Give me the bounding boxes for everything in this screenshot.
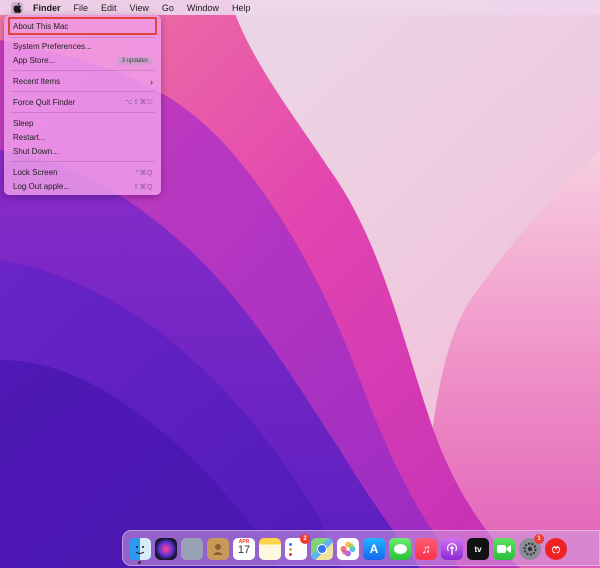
menu-item-label: Sleep: [13, 119, 34, 128]
menu-item-label: Log Out apple...: [13, 182, 70, 191]
music-icon[interactable]: ♫: [415, 538, 437, 560]
notes-icon[interactable]: [259, 538, 281, 560]
menu-item-about-this-mac[interactable]: About This Mac: [13, 21, 153, 32]
menu-go[interactable]: Go: [162, 3, 174, 13]
maps-icon[interactable]: [311, 538, 333, 560]
photos-flower-icon: [340, 541, 356, 557]
launchpad-icon[interactable]: [181, 538, 203, 560]
person-icon: [213, 544, 223, 555]
menu-item-app-store[interactable]: App Store... 3 updates: [13, 55, 153, 66]
apple-menu-button[interactable]: [11, 1, 23, 14]
reminder-dot: [289, 542, 292, 546]
menu-item-system-preferences[interactable]: System Preferences...: [13, 41, 153, 52]
finder-face-icon: [135, 546, 145, 554]
dock: APR 17 2 A ♫ tv 1 ෆ: [122, 530, 600, 566]
photos-icon[interactable]: [337, 538, 359, 560]
menu-item-sleep[interactable]: Sleep: [13, 118, 153, 129]
menu-item-label: App Store...: [13, 56, 56, 65]
menu-item-restart[interactable]: Restart...: [13, 132, 153, 143]
menu-finder[interactable]: Finder: [33, 3, 61, 13]
menu-item-label: Force Quit Finder: [13, 98, 76, 107]
menu-item-force-quit[interactable]: Force Quit Finder ⌥⇧⌘⎋: [13, 97, 153, 108]
menu-separator: [10, 161, 155, 162]
menu-item-label: Restart...: [13, 133, 46, 142]
podcasts-icon[interactable]: [441, 538, 463, 560]
contacts-icon[interactable]: [207, 538, 229, 560]
system-preferences-icon[interactable]: 1: [519, 534, 544, 560]
menu-help[interactable]: Help: [232, 3, 251, 13]
shortcut-label: ^⌘Q: [135, 169, 153, 177]
apple-tv-label: tv: [474, 544, 482, 554]
system-preferences-badge: 1: [534, 534, 544, 544]
desktop: Finder File Edit View Go Window Help Abo…: [0, 0, 600, 568]
apple-logo-icon: [13, 2, 21, 13]
menu-item-shut-down[interactable]: Shut Down...: [13, 146, 153, 157]
menu-separator: [10, 112, 155, 113]
gear-icon: [523, 542, 537, 556]
podcast-waves-icon: [446, 543, 458, 555]
chevron-right-icon: ›: [150, 76, 153, 87]
messages-icon[interactable]: [389, 538, 411, 560]
map-pin-icon: [317, 544, 327, 554]
netease-music-icon[interactable]: ෆ: [545, 538, 567, 560]
speech-bubble-icon: [393, 544, 407, 554]
reminders-badge: 2: [300, 534, 310, 544]
running-indicator: [138, 561, 141, 564]
menu-separator: [10, 91, 155, 92]
finder-icon[interactable]: [129, 538, 151, 560]
facetime-icon[interactable]: [493, 538, 515, 560]
menu-item-label: Lock Screen: [13, 168, 58, 177]
menu-item-lock-screen[interactable]: Lock Screen ^⌘Q: [13, 167, 153, 178]
shortcut-label: ⌥⇧⌘⎋: [124, 99, 153, 106]
menu-view[interactable]: View: [130, 3, 149, 13]
menu-window[interactable]: Window: [187, 3, 219, 13]
video-camera-icon: [497, 545, 511, 553]
menu-item-log-out[interactable]: Log Out apple... ⇧⌘Q: [13, 181, 153, 192]
menu-separator: [10, 70, 155, 71]
menu-bar: Finder File Edit View Go Window Help: [0, 0, 600, 15]
updates-badge: 3 updates: [116, 56, 153, 65]
calendar-day: 17: [237, 544, 251, 556]
calendar-icon[interactable]: APR 17: [233, 538, 255, 560]
app-store-icon[interactable]: A: [363, 538, 385, 560]
menu-item-label: Recent Items: [13, 77, 61, 86]
menu-item-recent-items[interactable]: Recent Items ›: [13, 76, 153, 87]
apple-menu-dropdown: About This Mac System Preferences... App…: [4, 15, 161, 195]
reminder-dot: [289, 547, 292, 551]
menu-edit[interactable]: Edit: [101, 3, 117, 13]
reminders-icon[interactable]: 2: [285, 534, 310, 560]
menu-separator: [10, 37, 155, 38]
menu-item-label: System Preferences...: [13, 42, 92, 51]
reminder-dot: [289, 552, 292, 556]
menu-item-label: Shut Down...: [13, 147, 59, 156]
siri-icon[interactable]: [155, 538, 177, 560]
menu-file[interactable]: File: [74, 3, 89, 13]
apple-tv-icon[interactable]: tv: [467, 538, 489, 560]
menu-item-label: About This Mac: [13, 22, 69, 31]
shortcut-label: ⇧⌘Q: [133, 183, 153, 191]
